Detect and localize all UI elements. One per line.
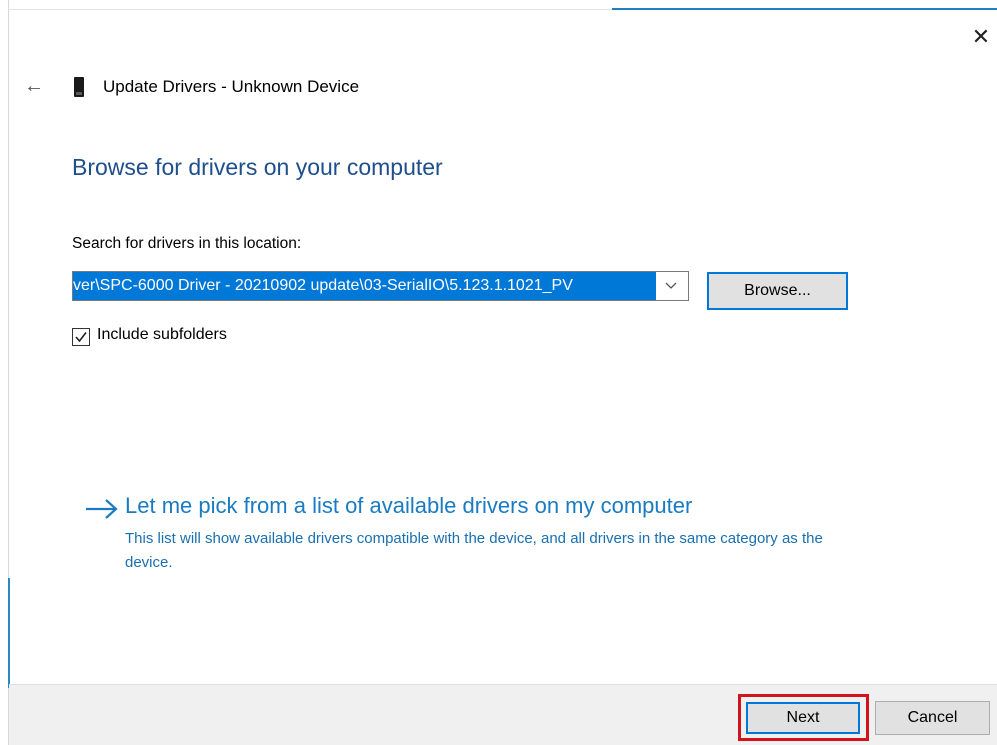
page-heading: Browse for drivers on your computer [72, 154, 443, 180]
next-button[interactable]: Next [746, 702, 860, 734]
search-location-label: Search for drivers in this location: [72, 235, 302, 252]
back-button[interactable]: ← [22, 74, 46, 98]
window-top-accent [612, 8, 997, 10]
window-left-accent [8, 578, 10, 688]
include-subfolders-label[interactable]: Include subfolders [97, 326, 227, 344]
path-dropdown-button[interactable] [654, 272, 688, 300]
close-button[interactable]: ✕ [968, 24, 994, 50]
window-top-border [8, 9, 612, 10]
pick-from-list-description: This list will show available drivers co… [125, 530, 823, 571]
pick-from-list-link[interactable]: Let me pick from a list of available dri… [125, 493, 692, 519]
arrow-right-icon[interactable] [84, 494, 120, 522]
close-icon: ✕ [971, 24, 991, 49]
back-arrow-icon: ← [24, 74, 44, 97]
include-subfolders-checkbox[interactable] [72, 328, 90, 346]
checkmark-icon [75, 332, 87, 343]
driver-path-combobox[interactable]: ver\SPC-6000 Driver - 20210902 update\03… [72, 271, 689, 301]
cancel-button[interactable]: Cancel [875, 701, 990, 735]
chevron-down-icon [665, 282, 677, 289]
driver-path-input[interactable]: ver\SPC-6000 Driver - 20210902 update\03… [73, 272, 656, 300]
browse-button[interactable]: Browse... [707, 272, 848, 310]
device-icon [74, 77, 84, 97]
driver-path-value: ver\SPC-6000 Driver - 20210902 update\03… [73, 277, 573, 294]
window-title: Update Drivers - Unknown Device [103, 77, 360, 96]
